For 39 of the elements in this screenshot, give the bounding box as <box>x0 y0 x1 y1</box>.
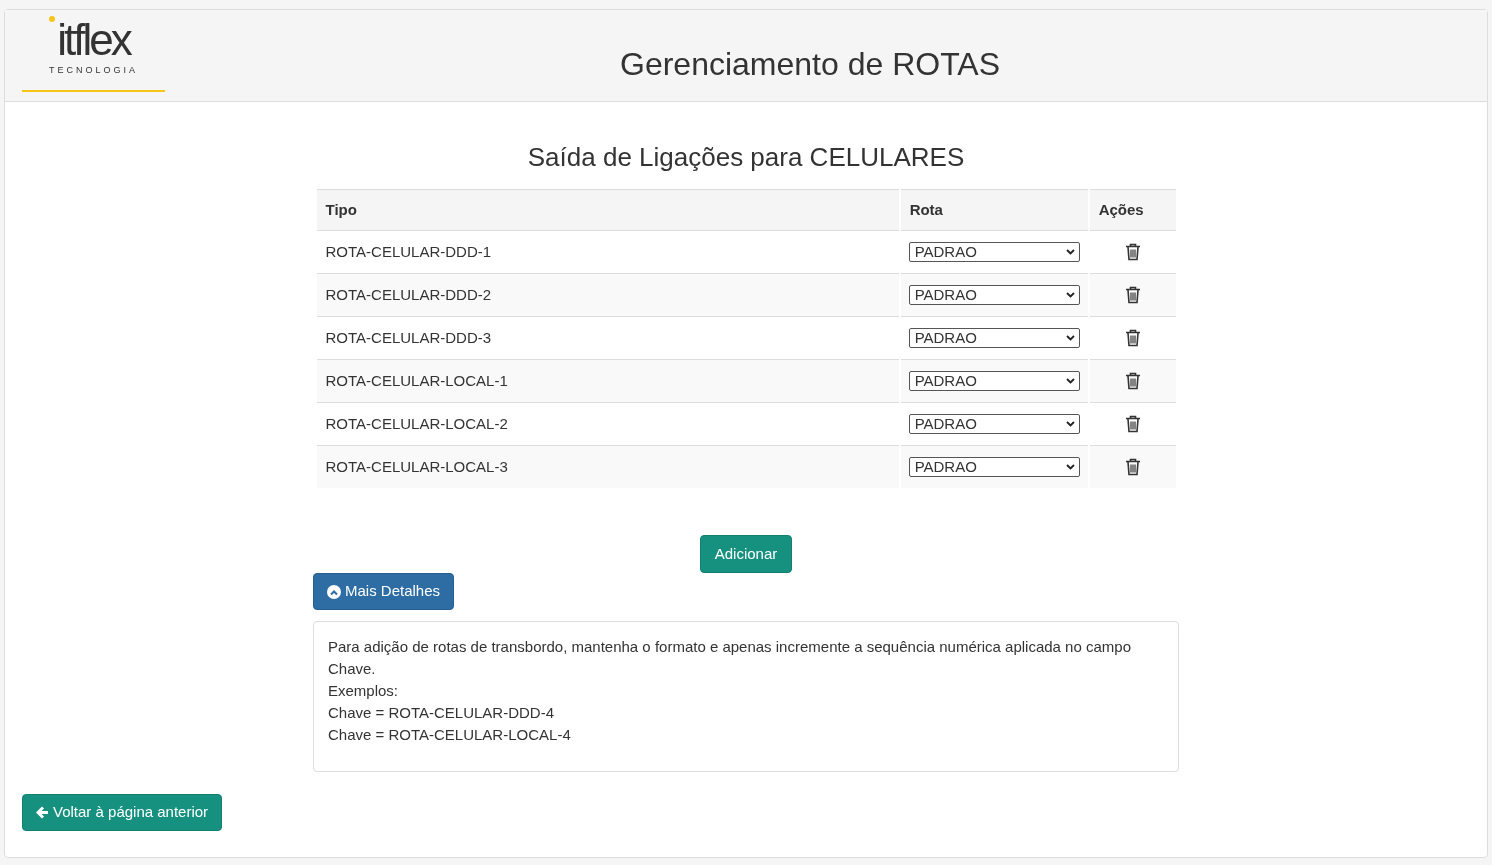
details-text: Chave = ROTA-CELULAR-LOCAL-4 <box>328 725 572 745</box>
details-text: Chave = ROTA-CELULAR-DDD-4 <box>328 703 556 723</box>
details-text: Para adição de rotas de transbordo, mantenha o formato e apenas incremente a sequência numérica aplicada no campo Chave. <box>328 637 1132 679</box>
chevron-down-icon <box>1065 378 1075 384</box>
table-cell: ROTA-CELULAR-DDD-3 <box>325 328 492 346</box>
trash-icon[interactable] <box>1124 329 1141 347</box>
trash-icon[interactable] <box>1124 415 1141 433</box>
table-cell: ROTA-CELULAR-DDD-1 <box>325 242 492 260</box>
details-button[interactable]: Mais Detalhes <box>313 573 455 610</box>
trash-icon[interactable] <box>1124 243 1141 261</box>
route-dropdown[interactable]: PADRAO <box>908 371 1080 391</box>
table-cell: ROTA-CELULAR-LOCAL-3 <box>325 457 508 475</box>
chevron-down-icon <box>1065 421 1075 427</box>
chevron-down-icon <box>1065 249 1075 255</box>
column-header: Tipo <box>325 200 357 218</box>
route-dropdown[interactable]: PADRAO <box>908 414 1080 434</box>
chevron-down-icon <box>1065 335 1075 341</box>
route-dropdown[interactable]: PADRAO <box>908 328 1080 348</box>
route-dropdown[interactable]: PADRAO <box>908 242 1080 262</box>
column-header: Rota <box>909 200 943 218</box>
details-text: Exemplos: <box>328 681 400 701</box>
logo-wordmark: itflex <box>57 17 130 62</box>
route-dropdown[interactable]: PADRAO <box>908 457 1080 477</box>
chevron-down-icon <box>1065 292 1075 298</box>
trash-icon[interactable] <box>1124 458 1141 476</box>
chevron-down-icon <box>1065 464 1075 470</box>
table-cell: ROTA-CELULAR-DDD-2 <box>325 285 492 303</box>
section-title: Saída de Ligações para CELULARES <box>527 141 965 174</box>
page-title: Gerenciamento de ROTAS <box>620 45 1000 84</box>
back-button[interactable]: Voltar à página anterior <box>22 794 223 831</box>
trash-icon[interactable] <box>1124 372 1141 390</box>
table-cell: ROTA-CELULAR-LOCAL-2 <box>325 414 508 432</box>
trash-icon[interactable] <box>1124 286 1141 304</box>
table-cell: ROTA-CELULAR-LOCAL-1 <box>325 371 508 389</box>
logo-tagline: TECNOLOGIA <box>49 63 138 77</box>
add-button[interactable]: Adicionar <box>699 535 793 573</box>
column-header: Ações <box>1098 200 1144 218</box>
route-dropdown[interactable]: PADRAO <box>908 285 1080 305</box>
arrow-left-icon <box>36 806 49 819</box>
